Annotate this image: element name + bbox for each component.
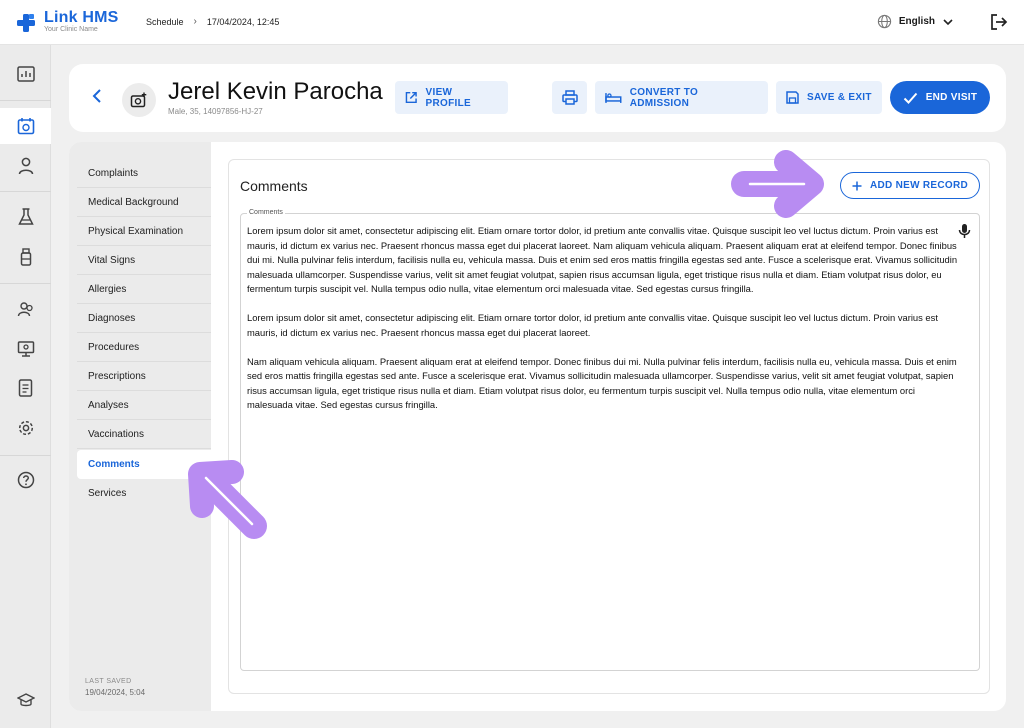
graduation-icon bbox=[16, 693, 35, 707]
comment-paragraph: Lorem ipsum dolor sit amet, consectetur … bbox=[247, 312, 938, 338]
print-button[interactable] bbox=[552, 81, 587, 114]
comments-field-label: Comments bbox=[247, 209, 285, 216]
app-name: Link HMS bbox=[44, 9, 119, 26]
breadcrumb-datetime: 17/04/2024, 12:45 bbox=[206, 16, 280, 27]
nav-item-diagnoses[interactable]: Diagnoses bbox=[77, 304, 211, 333]
save-exit-label: SAVE & EXIT bbox=[807, 92, 872, 103]
breadcrumb-schedule[interactable]: Schedule bbox=[146, 17, 184, 27]
comments-text: Lorem ipsum dolor sit amet, consectetur … bbox=[247, 224, 959, 427]
logout-icon[interactable] bbox=[990, 13, 1008, 31]
patient-name: Jerel Kevin Parocha bbox=[168, 78, 383, 105]
logo-cross-icon bbox=[17, 14, 35, 32]
microphone-icon[interactable] bbox=[958, 223, 971, 239]
nav-item-services[interactable]: Services bbox=[77, 479, 211, 508]
monitor-icon bbox=[17, 341, 34, 357]
view-profile-button[interactable]: VIEW PROFILE bbox=[395, 81, 508, 114]
visit-content: Complaints Medical Background Physical E… bbox=[69, 142, 1006, 711]
globe-icon bbox=[877, 14, 892, 29]
chevron-right-icon: › bbox=[193, 16, 197, 27]
comment-paragraph: Lorem ipsum dolor sit amet, consectetur … bbox=[247, 225, 958, 294]
gear-icon bbox=[18, 420, 33, 436]
comments-textarea[interactable]: Comments Lorem ipsum dolor sit amet, con… bbox=[240, 209, 980, 671]
vial-icon bbox=[20, 248, 31, 266]
nav-item-procedures[interactable]: Procedures bbox=[77, 333, 211, 362]
bed-icon bbox=[605, 92, 622, 103]
breadcrumb: Schedule › 17/04/2024, 12:45 bbox=[146, 16, 279, 27]
printer-icon bbox=[561, 90, 578, 105]
camera-plus-icon bbox=[130, 92, 147, 108]
calendar-icon bbox=[17, 118, 34, 135]
nav-item-allergies[interactable]: Allergies bbox=[77, 275, 211, 304]
rail-pharmacy[interactable] bbox=[0, 239, 51, 275]
rail-learning[interactable] bbox=[0, 682, 51, 718]
save-exit-button[interactable]: SAVE & EXIT bbox=[776, 81, 882, 114]
plus-icon bbox=[852, 181, 862, 190]
left-rail bbox=[0, 45, 51, 728]
nav-item-prescriptions[interactable]: Prescriptions bbox=[77, 362, 211, 391]
nav-item-vital-signs[interactable]: Vital Signs bbox=[77, 246, 211, 275]
users-icon bbox=[17, 302, 33, 317]
section-nav: Complaints Medical Background Physical E… bbox=[69, 142, 211, 711]
convert-to-admission-button[interactable]: CONVERT TO ADMISSION bbox=[595, 81, 768, 114]
rail-help[interactable] bbox=[0, 462, 51, 498]
rail-dashboard[interactable] bbox=[0, 56, 51, 92]
rail-reports[interactable] bbox=[0, 370, 51, 406]
rail-schedule[interactable] bbox=[0, 108, 51, 144]
end-visit-label: END VISIT bbox=[925, 92, 978, 103]
nav-item-medical-background[interactable]: Medical Background bbox=[77, 188, 211, 217]
dashboard-icon bbox=[16, 66, 35, 82]
last-saved-label: LAST SAVED bbox=[85, 678, 132, 685]
rail-monitor[interactable] bbox=[0, 331, 51, 367]
nav-item-complaints[interactable]: Complaints bbox=[77, 159, 211, 188]
nav-item-vaccinations[interactable]: Vaccinations bbox=[77, 420, 211, 449]
add-new-record-button[interactable]: ADD NEW RECORD bbox=[840, 172, 980, 199]
top-bar: Link HMS Your Clinic Name Schedule › 17/… bbox=[0, 0, 1024, 45]
patient-header: Jerel Kevin Parocha Male, 35, 14097856-H… bbox=[69, 64, 1006, 132]
patient-meta: Male, 35, 14097856-HJ-27 bbox=[168, 107, 263, 116]
add-new-record-label: ADD NEW RECORD bbox=[869, 180, 969, 191]
language-selector[interactable]: English bbox=[877, 14, 954, 29]
section-title: Comments bbox=[240, 178, 308, 194]
rail-lab[interactable] bbox=[0, 199, 51, 235]
app-subtitle: Your Clinic Name bbox=[44, 26, 98, 33]
last-saved: LAST SAVED 19/04/2024, 5:04 bbox=[85, 678, 145, 697]
back-arrow-icon[interactable] bbox=[89, 88, 105, 104]
flask-icon bbox=[17, 208, 34, 225]
rail-staff[interactable] bbox=[0, 291, 51, 327]
save-icon bbox=[786, 91, 799, 104]
convert-label: CONVERT TO ADMISSION bbox=[629, 86, 699, 109]
comment-paragraph: Nam aliquam vehicula aliquam. Praesent a… bbox=[247, 355, 957, 411]
help-icon bbox=[17, 471, 34, 489]
chevron-down-icon bbox=[943, 18, 953, 25]
end-visit-button[interactable]: END VISIT bbox=[890, 81, 990, 114]
language-label: English bbox=[898, 16, 935, 27]
check-icon bbox=[903, 92, 917, 104]
nav-item-analyses[interactable]: Analyses bbox=[77, 391, 211, 420]
add-photo-button[interactable] bbox=[122, 83, 156, 117]
nav-item-comments[interactable]: Comments bbox=[77, 450, 211, 479]
user-icon bbox=[18, 157, 33, 175]
view-profile-label: VIEW PROFILE bbox=[425, 86, 471, 109]
comments-section: Comments ADD NEW RECORD Comments Lorem i… bbox=[228, 159, 990, 694]
document-icon bbox=[18, 379, 33, 397]
nav-item-physical-examination[interactable]: Physical Examination bbox=[77, 217, 211, 246]
app-logo[interactable]: Link HMS Your Clinic Name bbox=[16, 10, 119, 34]
external-link-icon bbox=[405, 91, 417, 104]
last-saved-value: 19/04/2024, 5:04 bbox=[85, 688, 146, 697]
rail-patients[interactable] bbox=[0, 148, 51, 184]
rail-settings[interactable] bbox=[0, 410, 51, 446]
